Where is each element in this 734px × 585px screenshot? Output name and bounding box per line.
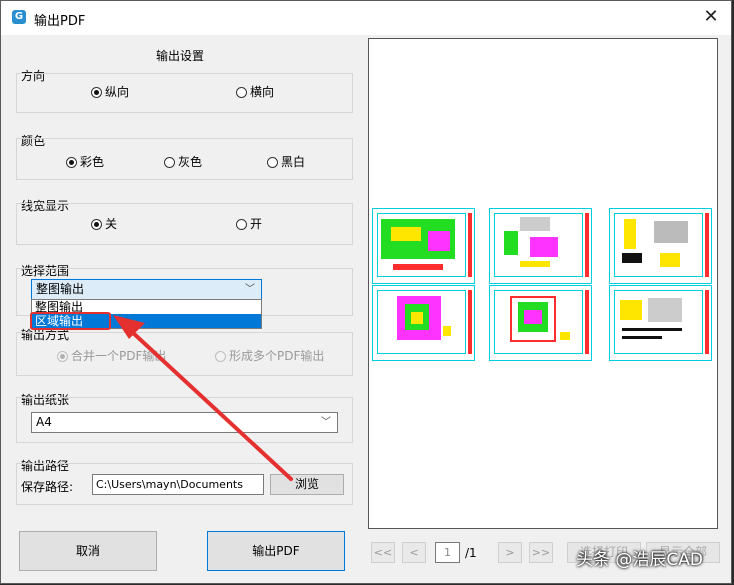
export-pdf-button[interactable]: 输出PDF — [207, 531, 345, 571]
radio-dot-icon — [91, 219, 102, 230]
page-number-input[interactable]: 1 — [435, 542, 460, 563]
radio-lineweight-on[interactable]: 开 — [236, 216, 262, 232]
settings-heading: 输出设置 — [156, 49, 205, 63]
range-select[interactable]: 整图输出 ﹀ — [31, 279, 262, 300]
last-page-button[interactable]: >> — [529, 542, 553, 563]
save-path-label: 保存路径: — [21, 480, 74, 494]
chevron-down-icon: ﹀ — [245, 284, 255, 295]
app-logo-icon: G — [12, 10, 26, 24]
radio-dot-icon — [236, 219, 247, 230]
annotation-highlight-box — [30, 312, 111, 330]
radio-dot-icon — [164, 157, 175, 168]
radio-dot-icon — [57, 351, 68, 362]
watermark: 头条 @浩辰CAD — [576, 550, 703, 570]
radio-dot-icon — [91, 87, 102, 98]
radio-portrait[interactable]: 纵向 — [91, 84, 129, 100]
radio-dot-icon — [215, 351, 226, 362]
save-path-input[interactable]: C:\Users\mayn\Documents — [92, 474, 264, 495]
next-page-button[interactable]: > — [498, 542, 522, 563]
drawing-sheet-thumbnail[interactable] — [609, 285, 712, 361]
drawing-sheet-thumbnail[interactable] — [489, 208, 592, 284]
browse-button[interactable]: 浏览 — [270, 474, 344, 495]
radio-monochrome[interactable]: 黑白 — [267, 154, 305, 170]
radio-color[interactable]: 彩色 — [66, 154, 104, 170]
radio-dot-icon — [267, 157, 278, 168]
drawing-sheet-thumbnail[interactable] — [609, 208, 712, 284]
lineweight-group — [16, 203, 353, 245]
preview-pane — [368, 38, 718, 529]
first-page-button[interactable]: << — [371, 542, 395, 563]
radio-dot-icon — [66, 157, 77, 168]
paper-select[interactable]: A4 ﹀ — [31, 412, 338, 433]
title-bar: G 输出PDF ✕ — [1, 1, 731, 35]
cancel-button[interactable]: 取消 — [19, 531, 157, 571]
page-total: /1 — [465, 546, 477, 560]
drawing-sheet-thumbnail[interactable] — [372, 208, 475, 284]
orientation-group — [16, 73, 353, 113]
radio-dot-icon — [236, 87, 247, 98]
radio-multiple-pdf[interactable]: 形成多个PDF输出 — [215, 348, 324, 364]
window-title: 输出PDF — [34, 14, 86, 29]
drawing-sheet-thumbnail[interactable] — [372, 285, 475, 361]
radio-lineweight-off[interactable]: 关 — [91, 216, 117, 232]
close-icon[interactable]: ✕ — [699, 5, 723, 29]
radio-landscape[interactable]: 横向 — [236, 84, 274, 100]
drawing-sheet-thumbnail[interactable] — [489, 285, 592, 361]
pdf-export-dialog: G 输出PDF ✕ 输出设置 方向 纵向 横向 颜色 彩色 灰色 黑白 线宽显示… — [0, 0, 732, 584]
chevron-down-icon: ﹀ — [321, 417, 331, 428]
prev-page-button[interactable]: < — [402, 542, 426, 563]
radio-merge-pdf[interactable]: 合并一个PDF输出 — [57, 348, 166, 364]
radio-grayscale[interactable]: 灰色 — [164, 154, 202, 170]
